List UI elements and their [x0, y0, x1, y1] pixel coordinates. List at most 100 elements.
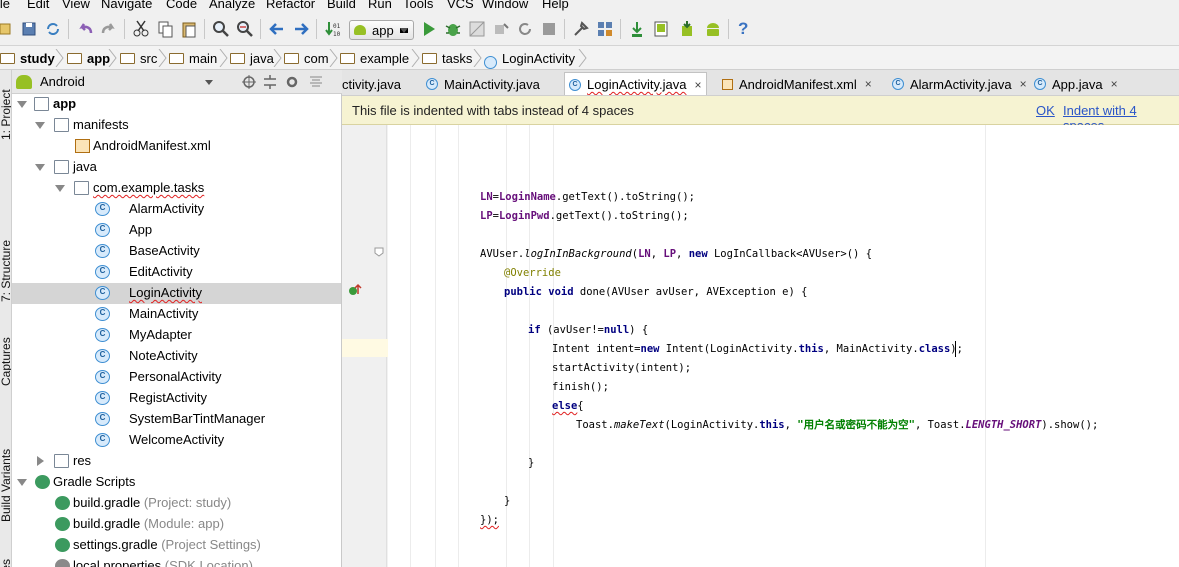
gear-icon[interactable] [284, 74, 300, 90]
find-icon[interactable] [212, 20, 230, 38]
structure-tool-button[interactable]: 7: Structure [0, 240, 11, 302]
tree-item-class[interactable]: C MainActivity [12, 304, 341, 325]
menu-edit[interactable]: Edit [27, 0, 49, 11]
menu-navigate[interactable]: Navigate [101, 0, 152, 11]
fold-marker-icon[interactable] [374, 247, 384, 257]
menu-tools[interactable]: Tools [403, 0, 433, 11]
menu-vcs[interactable]: VCS [447, 0, 474, 11]
menu-view[interactable]: View [62, 0, 90, 11]
run-with-coverage-icon[interactable] [468, 20, 486, 38]
collapse-all-icon[interactable] [262, 74, 278, 90]
sdk-manager-icon[interactable] [678, 20, 696, 38]
scroll-from-source-icon[interactable] [241, 74, 257, 90]
tree-item-class[interactable]: C BaseActivity [12, 241, 341, 262]
tree-item-package[interactable]: com.example.tasks [12, 178, 341, 199]
menu-build[interactable]: Build [327, 0, 356, 11]
tree-item-class[interactable]: C MyAdapter [12, 325, 341, 346]
undo-icon[interactable] [76, 20, 94, 38]
settings-icon[interactable] [572, 20, 590, 38]
tree-item-class-selected[interactable]: C LoginActivity [12, 283, 341, 304]
expand-arrow-icon[interactable] [55, 185, 65, 192]
project-view-selector[interactable]: Android [40, 74, 85, 89]
tree-item-gradle-scripts[interactable]: Gradle Scripts [12, 472, 341, 493]
copy-icon[interactable] [156, 20, 174, 38]
menu-run[interactable]: Run [368, 0, 392, 11]
menu-code[interactable]: Code [166, 0, 197, 11]
redo-icon[interactable] [100, 20, 118, 38]
code-editor[interactable]: LN=LoginName.getText().toString(); LP=Lo… [388, 125, 1179, 567]
forward-icon[interactable] [292, 20, 310, 38]
tab-alarmactivity[interactable]: C AlarmActivity.java × [888, 72, 1031, 95]
build-variants-tool-button[interactable]: Build Variants [0, 449, 11, 522]
expand-arrow-icon[interactable] [35, 164, 45, 171]
project-structure-icon[interactable] [596, 20, 614, 38]
sync-gradle-icon[interactable] [628, 20, 646, 38]
favorites-tool-button[interactable]: tes [0, 559, 11, 567]
tree-item-class[interactable]: C App [12, 220, 341, 241]
breadcrumb-com[interactable]: com [284, 49, 329, 67]
tree-item-class[interactable]: C AlarmActivity [12, 199, 341, 220]
tree-item-app[interactable]: app [12, 94, 341, 115]
tree-item-gradle-file[interactable]: build.gradle (Module: app) [12, 514, 341, 535]
breadcrumb-app[interactable]: app [67, 49, 110, 67]
captures-tool-button[interactable]: Captures [0, 337, 11, 386]
expand-arrow-icon[interactable] [17, 101, 27, 108]
breadcrumb-tasks[interactable]: tasks [422, 49, 472, 67]
debug-icon[interactable] [444, 20, 462, 38]
breadcrumb-main[interactable]: main [169, 49, 217, 67]
tree-item-gradle-file[interactable]: build.gradle (Project: study) [12, 493, 341, 514]
paste-icon[interactable] [180, 20, 198, 38]
run-icon[interactable] [420, 20, 438, 38]
sync-icon[interactable] [44, 20, 62, 38]
replace-icon[interactable] [236, 20, 254, 38]
tree-item-class[interactable]: C PersonalActivity [12, 367, 341, 388]
stop-icon[interactable] [540, 20, 558, 38]
tree-item-class[interactable]: C EditActivity [12, 262, 341, 283]
tree-item-manifests[interactable]: manifests [12, 115, 341, 136]
menu-window[interactable]: Window [482, 0, 528, 11]
run-configuration-dropdown[interactable]: app [349, 20, 414, 40]
tab-loginactivity[interactable]: C LoginActivity.java × [564, 72, 707, 95]
save-icon[interactable] [20, 20, 38, 38]
menu-file[interactable]: ile [0, 0, 10, 11]
tree-item-class[interactable]: C WelcomeActivity [12, 430, 341, 451]
expand-arrow-icon[interactable] [17, 479, 27, 486]
close-icon[interactable]: × [694, 78, 701, 92]
breadcrumb-example[interactable]: example [340, 49, 409, 67]
menu-analyze[interactable]: Analyze [209, 0, 255, 11]
tree-item-class[interactable]: C SystemBarTintManager [12, 409, 341, 430]
expand-arrow-icon[interactable] [35, 122, 45, 129]
android-device-monitor-icon[interactable] [704, 20, 722, 38]
avd-manager-icon[interactable] [652, 20, 670, 38]
tree-item-androidmanifest[interactable]: AndroidManifest.xml [12, 136, 341, 157]
tree-item-class[interactable]: C RegistActivity [12, 388, 341, 409]
breadcrumb-study[interactable]: study [0, 49, 55, 67]
tree-item-res[interactable]: res [12, 451, 341, 472]
ok-link[interactable]: OK [1036, 103, 1055, 118]
breadcrumb-src[interactable]: src [120, 49, 157, 67]
tree-item-class[interactable]: C NoteActivity [12, 346, 341, 367]
collapse-arrow-icon[interactable] [37, 456, 44, 466]
help-icon[interactable]: ? [738, 19, 748, 39]
tab-androidmanifest[interactable]: AndroidManifest.xml × [718, 72, 876, 95]
tab-app[interactable]: C App.java × [1030, 72, 1122, 95]
attach-debugger-icon[interactable] [492, 20, 510, 38]
override-method-icon[interactable] [347, 283, 363, 297]
tree-item-java[interactable]: java [12, 157, 341, 178]
hide-panel-icon[interactable] [308, 74, 324, 90]
close-icon[interactable]: × [865, 77, 872, 91]
make-project-icon[interactable]: 0110 [324, 20, 342, 38]
close-icon[interactable]: × [1111, 77, 1118, 91]
menu-help[interactable]: Help [542, 0, 569, 11]
project-tool-button[interactable]: 1: Project [0, 89, 11, 140]
menu-refactor[interactable]: Refactor [266, 0, 315, 11]
cut-icon[interactable] [132, 20, 150, 38]
breadcrumb-loginactivity[interactable]: LoginActivity [484, 49, 575, 69]
close-icon[interactable]: × [1020, 77, 1027, 91]
tab-mainactivity[interactable]: C MainActivity.java [422, 72, 544, 95]
open-folder-icon[interactable] [0, 20, 18, 38]
back-icon[interactable] [268, 20, 286, 38]
tree-item-properties-file[interactable]: local.properties (SDK Location) [12, 556, 341, 567]
tab-file[interactable]: ctivity.java [342, 72, 405, 95]
tree-item-gradle-file[interactable]: settings.gradle (Project Settings) [12, 535, 341, 556]
